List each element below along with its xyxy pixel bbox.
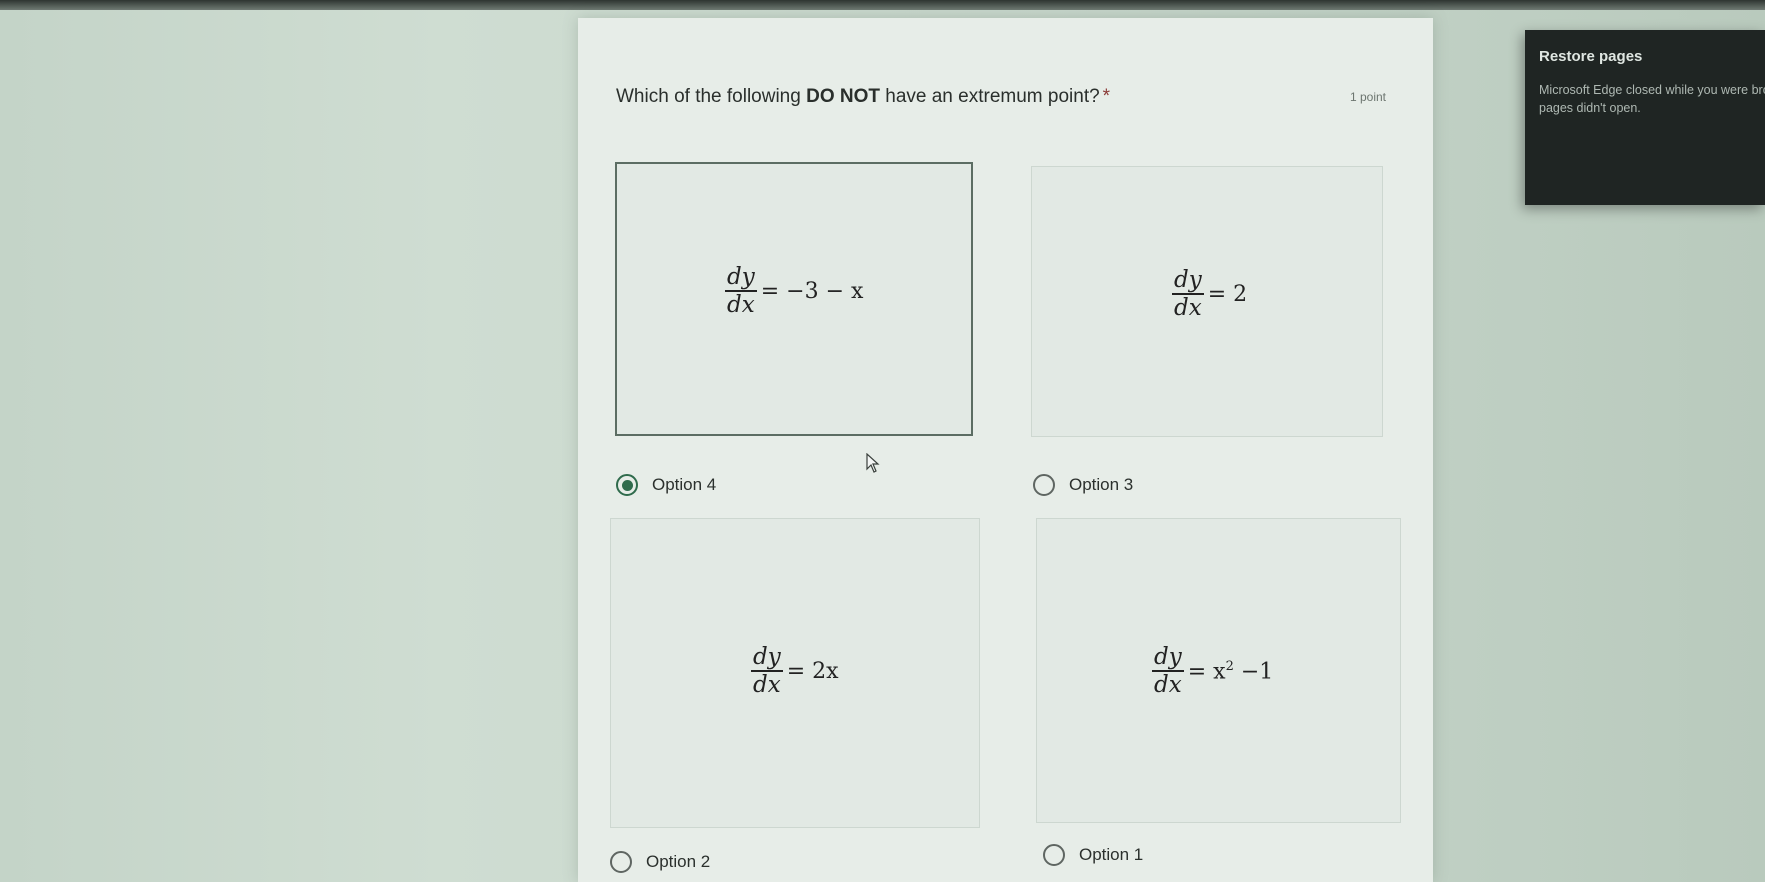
derivative-fraction: dy dx [1152,644,1184,699]
fraction-numerator: dy [753,644,781,670]
derivative-fraction: dy dx [725,264,757,319]
radio-unselected-icon[interactable] [1043,844,1065,866]
equation-rhs-base: = x [1187,659,1226,685]
derivative-fraction: dy dx [1172,267,1204,322]
equation-rhs: = 2x [786,658,839,684]
question-card: Which of the following DO NOT have an ex… [578,18,1433,882]
restore-pages-toast[interactable]: Restore pages Microsoft Edge closed whil… [1525,30,1765,205]
equation-rhs-tail: −1 [1233,659,1274,685]
option-4-image[interactable]: dy dx = −3 − x [615,162,973,436]
option-3-image[interactable]: dy dx = 2 [1031,166,1383,437]
radio-unselected-icon[interactable] [1033,474,1055,496]
fraction-denominator: dx [1172,293,1204,322]
browser-top-edge [0,0,1765,10]
option-2-image[interactable]: dy dx = 2x [610,518,980,828]
question-suffix: have an extremum point? [879,86,1100,107]
option-3-equation: dy dx = 2 [1172,267,1247,322]
fraction-numerator: dy [1174,267,1202,293]
fraction-numerator: dy [727,264,755,290]
toast-title: Restore pages [1539,48,1643,65]
equation-rhs: = −3 − x [760,278,864,304]
option-2-radio-row[interactable]: Option 2 [610,851,710,873]
radio-selected-icon[interactable] [616,474,638,496]
question-title: Which of the following DO NOT have an ex… [616,86,1110,108]
fraction-denominator: dx [1152,670,1184,699]
option-1-radio-row[interactable]: Option 1 [1043,844,1143,866]
radio-unselected-icon[interactable] [610,851,632,873]
option-4-label: Option 4 [652,475,717,494]
required-marker: * [1102,86,1111,107]
fraction-denominator: dx [751,670,783,699]
points-label: 1 point [1349,90,1386,104]
option-1-label: Option 1 [1079,845,1144,864]
question-header: Which of the following DO NOT have an ex… [616,84,1386,116]
option-2-label: Option 2 [646,852,711,871]
derivative-fraction: dy dx [751,644,783,699]
fraction-denominator: dx [725,290,757,319]
option-4-radio-row[interactable]: Option 4 [616,474,716,496]
option-3-radio-row[interactable]: Option 3 [1033,474,1133,496]
equation-rhs: = 2 [1207,281,1248,307]
question-emphasis: DO NOT [806,86,880,107]
fraction-numerator: dy [1154,644,1182,670]
option-4-equation: dy dx = −3 − x [725,264,863,319]
option-1-equation: dy dx = x2 −1 [1152,644,1273,699]
equation-rhs: = x2 −1 [1188,659,1274,684]
option-1-image[interactable]: dy dx = x2 −1 [1036,518,1401,823]
option-3-label: Option 3 [1069,475,1134,494]
equation-exponent: 2 [1225,658,1234,674]
mouse-pointer-icon [866,453,880,473]
question-prefix: Which of the following [616,86,807,107]
option-2-equation: dy dx = 2x [751,644,839,699]
toast-message: Microsoft Edge closed while you were bro… [1539,83,1765,115]
radio-dot [621,479,633,491]
